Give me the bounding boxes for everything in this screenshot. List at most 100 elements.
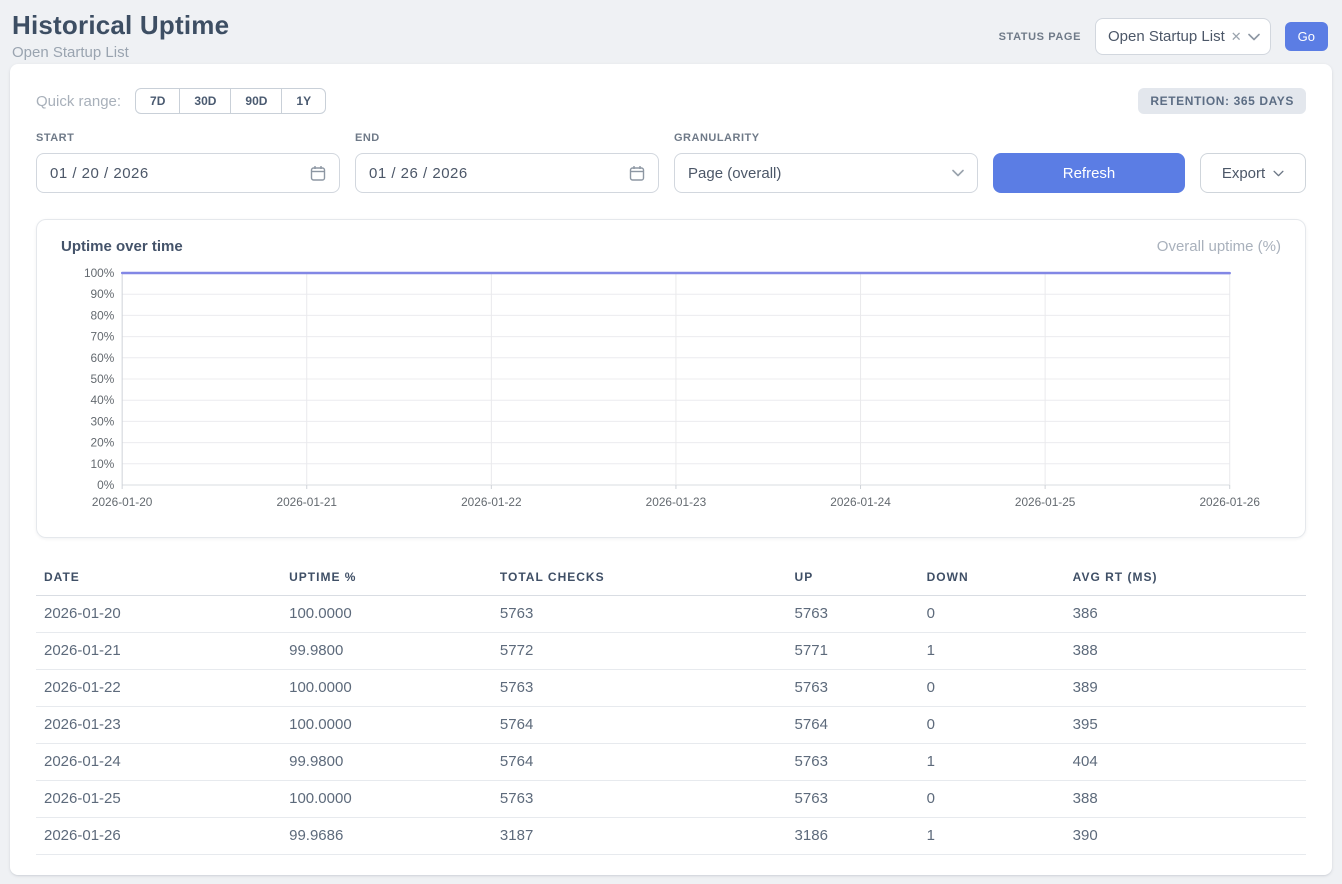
clear-selection-icon[interactable]: ✕ [1231,30,1242,43]
end-date-input[interactable]: 01 / 26 / 2026 [355,153,659,193]
svg-text:0%: 0% [97,478,115,492]
column-header-date: DATE [36,560,281,596]
refresh-button[interactable]: Refresh [993,153,1185,193]
table-row: 2026-01-22100.0000576357630389 [36,670,1306,707]
svg-text:2026-01-25: 2026-01-25 [1015,495,1076,509]
page-header: Historical Uptime Open Startup List STAT… [0,0,1342,64]
header-controls: STATUS PAGE Open Startup List ✕ Go [999,18,1328,55]
table-cell: 5763 [492,670,787,707]
table-cell: 0 [919,596,1065,633]
chevron-down-icon [952,169,964,177]
quick-range-7d[interactable]: 7D [135,88,180,114]
chart-header: Uptime over time Overall uptime (%) [57,236,1285,265]
start-date-field: START 01 / 20 / 2026 [36,132,340,193]
table-cell: 5764 [787,707,919,744]
svg-text:40%: 40% [91,393,115,407]
quick-range-group: 7D 30D 90D 1Y [135,88,326,114]
table-cell: 0 [919,781,1065,818]
table-row: 2026-01-20100.0000576357630386 [36,596,1306,633]
svg-text:20%: 20% [91,436,115,450]
table-cell: 404 [1065,744,1306,781]
table-cell: 5771 [787,633,919,670]
calendar-icon[interactable] [629,165,645,182]
table-cell: 2026-01-25 [36,781,281,818]
table-cell: 2026-01-24 [36,744,281,781]
quick-range-30d[interactable]: 30D [179,88,231,114]
table-row: 2026-01-25100.0000576357630388 [36,781,1306,818]
table-cell: 5764 [492,707,787,744]
table-cell: 99.9686 [281,818,492,855]
table-cell: 1 [919,633,1065,670]
svg-text:2026-01-20: 2026-01-20 [92,495,153,509]
table-row: 2026-01-23100.0000576457640395 [36,707,1306,744]
table-cell: 2026-01-21 [36,633,281,670]
granularity-selected-value: Page (overall) [688,165,781,182]
column-header-down: DOWN [919,560,1065,596]
quick-range-90d[interactable]: 90D [230,88,282,114]
status-page-select[interactable]: Open Startup List ✕ [1095,18,1271,55]
svg-text:50%: 50% [91,372,115,386]
chart-title: Uptime over time [61,238,183,255]
quick-range-1y[interactable]: 1Y [281,88,326,114]
granularity-label: GRANULARITY [674,132,978,144]
uptime-line-chart: 0%10%20%30%40%50%60%70%80%90%100%2026-01… [57,265,1285,527]
svg-text:60%: 60% [91,351,115,365]
table-cell: 388 [1065,633,1306,670]
table-row: 2026-01-2199.9800577257711388 [36,633,1306,670]
table-cell: 389 [1065,670,1306,707]
title-block: Historical Uptime Open Startup List [12,10,229,61]
svg-text:10%: 10% [91,457,115,471]
start-date-input[interactable]: 01 / 20 / 2026 [36,153,340,193]
granularity-select[interactable]: Page (overall) [674,153,978,193]
table-cell: 2026-01-22 [36,670,281,707]
main-panel: Quick range: 7D 30D 90D 1Y RETENTION: 36… [10,64,1332,875]
table-cell: 5763 [787,744,919,781]
chevron-down-icon [1248,33,1260,41]
table-cell: 99.9800 [281,744,492,781]
table-cell: 1 [919,818,1065,855]
table-cell: 2026-01-23 [36,707,281,744]
svg-text:70%: 70% [91,330,115,344]
quick-range-label: Quick range: [36,93,121,110]
table-cell: 100.0000 [281,670,492,707]
retention-badge: RETENTION: 365 DAYS [1138,88,1306,114]
table-cell: 5763 [787,596,919,633]
table-cell: 1 [919,744,1065,781]
table-cell: 395 [1065,707,1306,744]
chevron-down-icon [1273,170,1284,177]
end-date-label: END [355,132,659,144]
table-cell: 99.9800 [281,633,492,670]
table-cell: 100.0000 [281,781,492,818]
go-button[interactable]: Go [1285,22,1328,51]
export-button[interactable]: Export [1200,153,1306,193]
table-cell: 5772 [492,633,787,670]
table-cell: 388 [1065,781,1306,818]
page-title: Historical Uptime [12,10,229,41]
status-page-label: STATUS PAGE [999,31,1081,43]
table-header: DATEUPTIME %TOTAL CHECKSUPDOWNAVG RT (MS… [36,560,1306,596]
start-date-value: 01 / 20 / 2026 [50,165,149,182]
table-cell: 5764 [492,744,787,781]
svg-text:2026-01-22: 2026-01-22 [461,495,522,509]
table-cell: 386 [1065,596,1306,633]
page-subtitle: Open Startup List [12,44,229,61]
table-cell: 100.0000 [281,707,492,744]
table-cell: 390 [1065,818,1306,855]
table-row: 2026-01-2499.9800576457631404 [36,744,1306,781]
table-cell: 0 [919,707,1065,744]
table-cell: 2026-01-26 [36,818,281,855]
table-cell: 100.0000 [281,596,492,633]
table-cell: 5763 [787,781,919,818]
svg-text:2026-01-21: 2026-01-21 [276,495,337,509]
quick-range-row: Quick range: 7D 30D 90D 1Y RETENTION: 36… [36,88,1306,114]
table-cell: 0 [919,670,1065,707]
calendar-icon[interactable] [310,165,326,182]
end-date-value: 01 / 26 / 2026 [369,165,468,182]
table-cell: 2026-01-20 [36,596,281,633]
table-row: 2026-01-2699.9686318731861390 [36,818,1306,855]
granularity-field: GRANULARITY Page (overall) [674,132,978,193]
svg-text:2026-01-23: 2026-01-23 [646,495,707,509]
filter-row: START 01 / 20 / 2026 END 01 / 26 / 2026 … [36,132,1306,193]
export-button-label: Export [1222,165,1265,182]
svg-text:2026-01-24: 2026-01-24 [830,495,891,509]
